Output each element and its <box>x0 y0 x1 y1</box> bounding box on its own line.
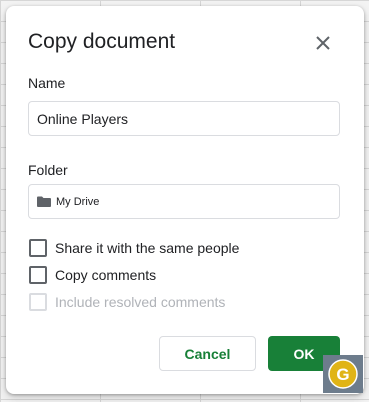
logo-badge-icon: G <box>328 359 358 389</box>
copy-comments-label: Copy comments <box>55 267 157 283</box>
folder-picker[interactable]: My Drive <box>28 184 340 219</box>
copy-comments-option[interactable]: Copy comments <box>29 266 156 284</box>
include-resolved-checkbox <box>29 293 47 311</box>
name-label: Name <box>28 75 66 91</box>
name-input[interactable] <box>28 101 340 136</box>
logo-badge: G <box>323 355 363 393</box>
share-checkbox[interactable] <box>29 239 47 257</box>
cancel-button[interactable]: Cancel <box>159 336 256 371</box>
folder-name: My Drive <box>56 195 100 208</box>
share-option[interactable]: Share it with the same people <box>29 239 239 257</box>
include-resolved-option: Include resolved comments <box>29 293 225 311</box>
share-option-label: Share it with the same people <box>55 240 240 256</box>
folder-label: Folder <box>28 162 68 178</box>
include-resolved-label: Include resolved comments <box>55 294 226 310</box>
copy-comments-checkbox[interactable] <box>29 266 47 284</box>
svg-text:G: G <box>336 365 349 384</box>
dialog-title: Copy document <box>28 30 176 53</box>
folder-icon <box>37 196 51 207</box>
copy-document-dialog: Copy document Name Folder My Drive Share… <box>6 6 364 394</box>
close-icon <box>316 36 330 50</box>
close-button[interactable] <box>310 30 336 56</box>
